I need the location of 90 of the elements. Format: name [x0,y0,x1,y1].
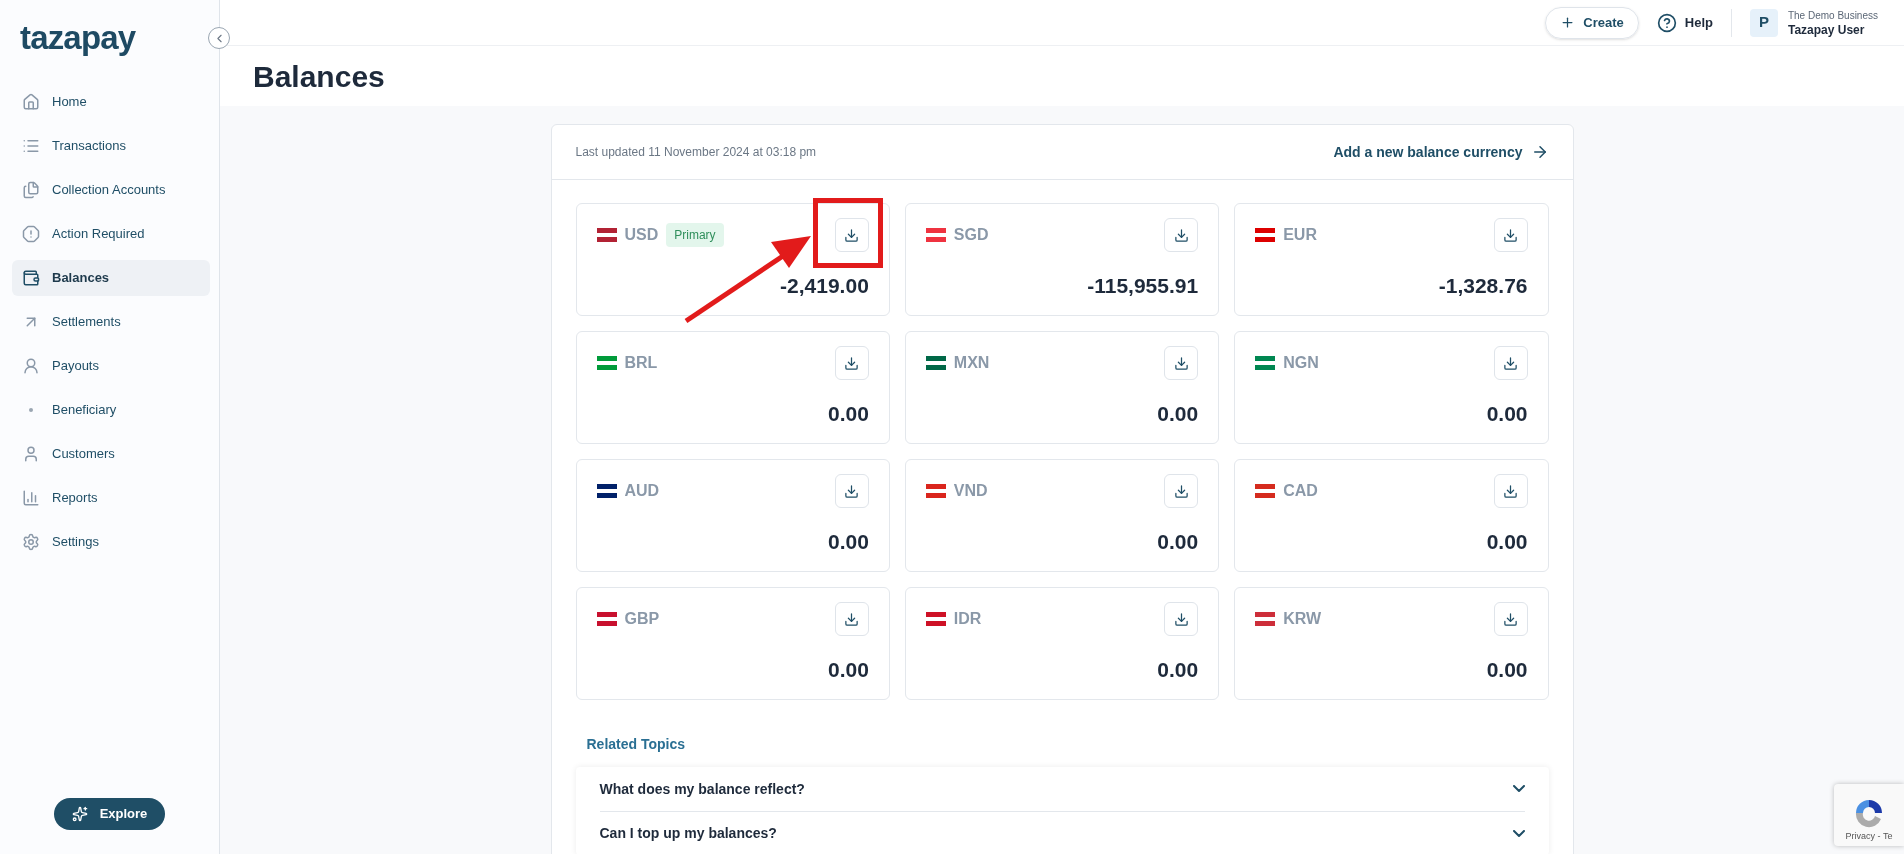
balance-amount: -1,328.76 [1438,272,1528,299]
faq-item[interactable]: Can I top up my balances? [599,811,1525,854]
download-button[interactable] [834,346,869,380]
download-button[interactable] [834,218,869,252]
nav-item[interactable]: Balances [12,260,210,296]
download-icon [1173,483,1189,499]
nav-icon [22,269,40,287]
sparkle-icon [71,806,88,822]
balance-amount: 0.00 [1157,528,1199,555]
currency-code: EUR [1283,225,1317,245]
nav-icon [22,225,40,243]
add-currency-link[interactable]: Add a new balance currency [1333,141,1549,163]
related-topics-heading: Related Topics [586,735,687,754]
explore-button[interactable]: Explore [53,798,166,830]
currency-code: SGD [953,225,989,245]
currency-code: AUD [624,481,660,501]
download-icon [1503,483,1518,499]
currency-code: CAD [1283,481,1318,501]
download-icon [844,611,860,627]
download-button[interactable] [1164,346,1199,380]
nav-icon [22,445,40,463]
nav-icon [22,93,40,111]
download-icon [844,483,860,499]
last-updated-text: Last updated 11 November 2024 at 03:18 pm [575,144,817,161]
nav-item[interactable]: Collection Accounts [12,172,210,208]
download-button[interactable] [834,474,869,508]
user-name: Tazapay User [1787,22,1866,37]
recaptcha-links[interactable]: Privacy - Te [1845,829,1893,843]
page-title: Balances [253,58,385,95]
primary-badge: Primary [666,223,724,247]
brand-logo: tazapay [20,18,136,59]
user-avatar: P [1749,8,1778,37]
nav-icon [22,137,40,155]
download-button[interactable] [1164,474,1199,508]
recaptcha-icon [1854,797,1884,828]
nav-item[interactable]: Settlements [12,304,210,340]
nav-item[interactable]: Customers [12,436,210,472]
currency-code: NGN [1283,353,1319,373]
balance-amount: 0.00 [1486,528,1528,555]
download-icon [1503,611,1518,627]
download-icon [1503,355,1518,371]
nav-icon [22,533,40,551]
nav-item[interactable]: Home [12,84,210,120]
business-name: The Demo Business [1787,8,1878,23]
currency-code: VND [953,481,988,501]
help-icon [1656,12,1677,33]
help-button[interactable]: Help [1656,12,1713,33]
chevron-down-icon [1512,829,1525,838]
download-button[interactable] [834,602,869,636]
download-icon [844,355,860,371]
balance-amount: 0.00 [1486,400,1528,427]
balance-amount: 0.00 [1157,656,1199,683]
chevron-down-icon [1512,785,1525,793]
download-button[interactable] [1493,474,1528,508]
faq-item[interactable]: What does my balance reflect? [599,767,1525,811]
nav-icon [22,357,40,375]
download-icon [1173,611,1189,627]
balance-amount: 0.00 [827,528,869,555]
balance-amount: -2,419.00 [780,272,869,299]
balance-amount: 0.00 [827,400,869,427]
currency-code: IDR [953,609,982,629]
balance-amount: -115,955.91 [1087,272,1199,299]
download-button[interactable] [1493,218,1528,252]
currency-code: GBP [624,609,660,629]
nav-item[interactable]: Settings [12,524,210,560]
balance-amount: 0.00 [1486,656,1528,683]
download-icon [1173,355,1189,371]
nav-item[interactable]: Payouts [12,348,210,384]
currency-code: USD [624,225,659,245]
currency-code: KRW [1283,609,1322,629]
currency-code: BRL [624,353,658,373]
download-button[interactable] [1493,602,1528,636]
download-icon [1503,227,1518,243]
download-button[interactable] [1164,602,1199,636]
download-button[interactable] [1493,346,1528,380]
download-icon [844,227,860,243]
nav-icon [22,181,40,199]
nav-item[interactable]: Transactions [12,128,210,164]
download-button[interactable] [1164,218,1199,252]
nav-item[interactable]: Reports [12,480,210,516]
nav-icon [22,489,40,507]
nav-subitem[interactable]: Beneficiary [12,392,210,428]
bullet-icon [29,408,33,412]
nav-item[interactable]: Action Required [12,216,210,252]
download-icon [1173,227,1189,243]
balance-amount: 0.00 [827,656,869,683]
collapse-button[interactable] [208,27,230,49]
balance-amount: 0.00 [1157,400,1199,427]
currency-code: MXN [953,353,990,373]
plus-icon [1560,15,1576,30]
